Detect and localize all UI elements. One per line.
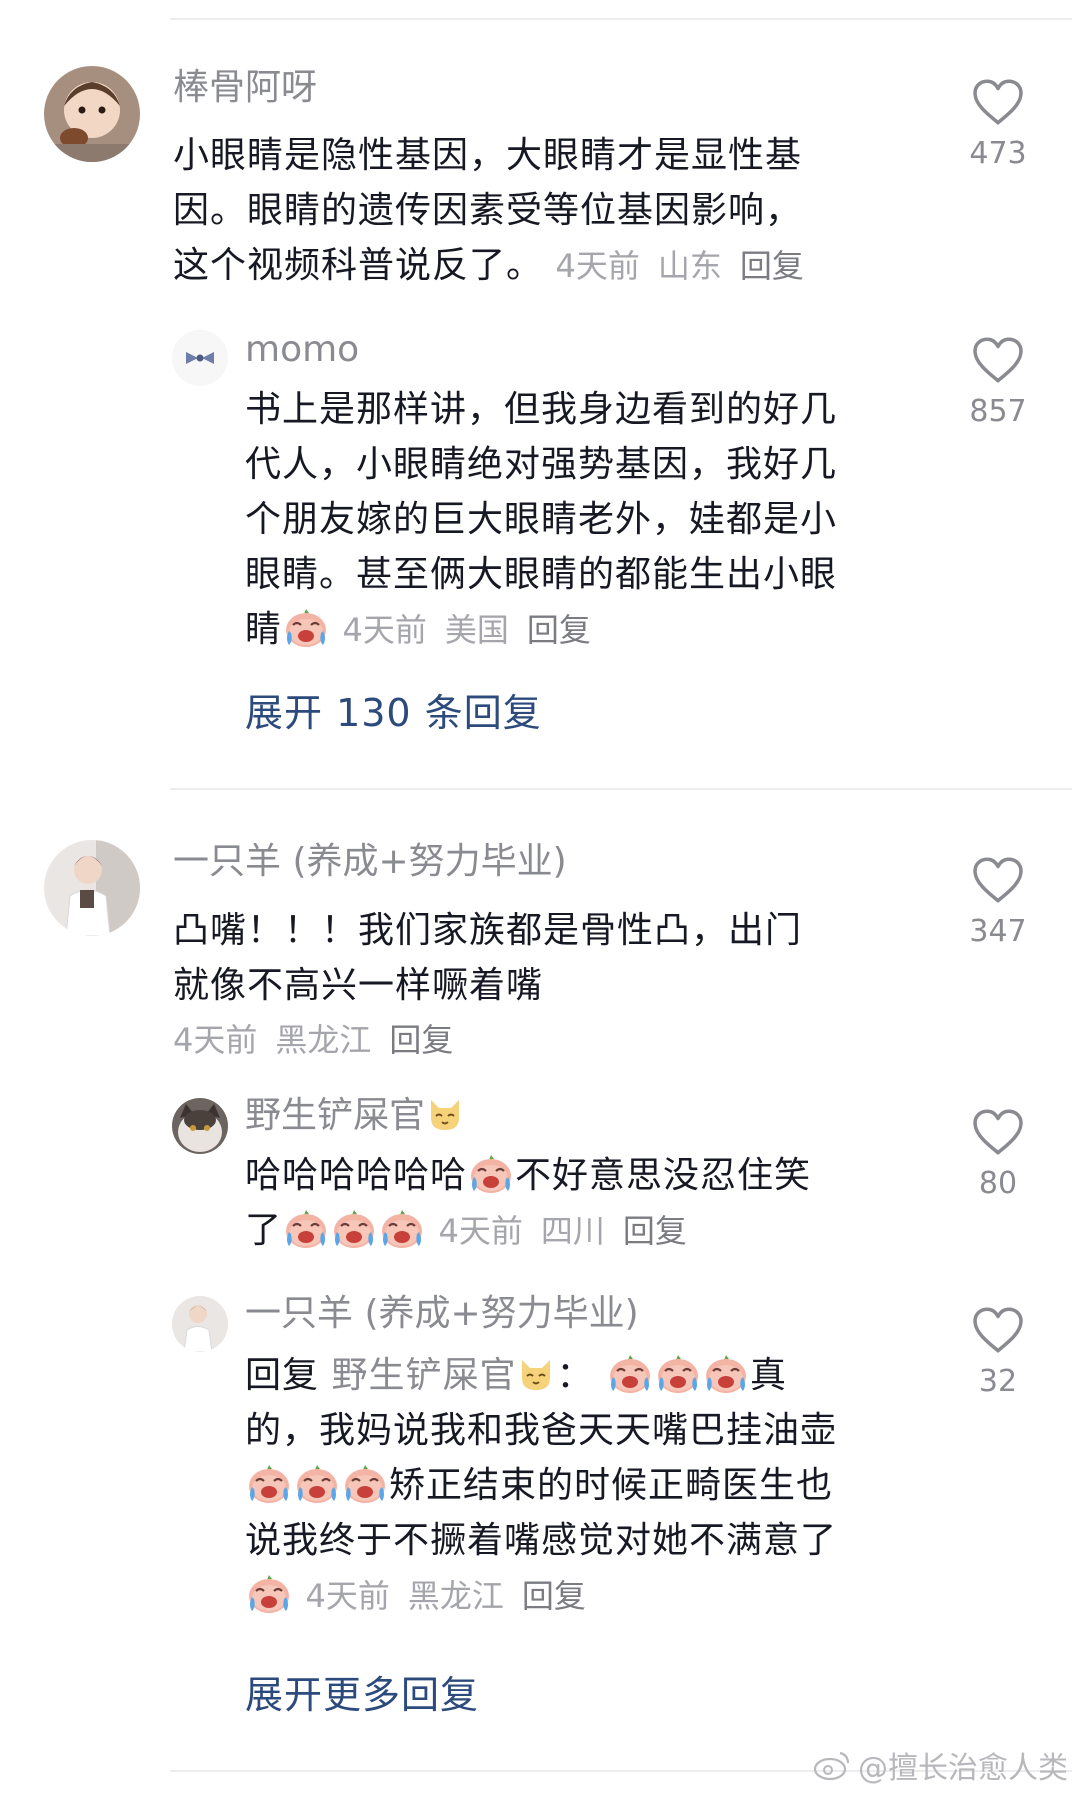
comment-meta: 4天前 黑龙江 回复	[173, 1013, 933, 1068]
weibo-logo-icon	[813, 1751, 850, 1781]
watermark: @擅长治愈人类	[812, 1743, 1068, 1787]
like-button[interactable]: 857	[958, 336, 1038, 430]
like-button[interactable]: 32	[958, 1306, 1038, 1400]
reply-text-line: 说我终于不撅着嘴感觉对她不满意了	[245, 1520, 838, 1561]
avatar[interactable]	[172, 1098, 228, 1154]
child-photo-avatar-icon	[44, 66, 140, 162]
like-button[interactable]: 347	[958, 856, 1038, 950]
child-photo-avatar-icon	[172, 1296, 228, 1352]
comment-text: 凸嘴！！！我们家族都是骨性凸，出门 就像不高兴一样噘着嘴 4天前 黑龙江 回复	[173, 903, 933, 1068]
reply-text: 回复 野生铲屎官 ： 真 的，我妈说我和我爸天天嘴巴挂油壶 矫正结束的时候正畸医生…	[245, 1348, 935, 1624]
avatar[interactable]	[44, 66, 140, 162]
like-button[interactable]: 80	[958, 1108, 1038, 1202]
reply-text-line: 不好意思没忍住笑	[515, 1155, 812, 1196]
comment-text-line: 因。眼睛的遗传因素受等位基因影响，	[173, 190, 803, 231]
like-count: 473	[969, 136, 1027, 171]
comment-text: 小眼睛是隐性基因，大眼睛才是显性基 因。眼睛的遗传因素受等位基因影响， 这个视频…	[173, 128, 933, 294]
mention-username[interactable]: 野生铲屎官	[331, 1355, 516, 1396]
crying-laugh-emoji-icon	[703, 1351, 749, 1395]
reply-username[interactable]: 野生铲屎官	[245, 1094, 465, 1138]
reply-text: 哈哈哈哈哈哈 不好意思没忍住笑 了 4天前 四川 回复	[245, 1148, 935, 1259]
reply-time: 4天前	[438, 1212, 523, 1250]
cat-face-emoji-icon	[516, 1354, 556, 1394]
reply-text-line: 哈哈哈哈哈哈	[245, 1155, 468, 1196]
reply-text-line: 书上是那样讲，但我身边看到的好几	[245, 389, 838, 430]
crying-laugh-emoji-icon	[283, 1206, 329, 1250]
reply-button[interactable]: 回复	[740, 247, 804, 285]
comment-text-line: 凸嘴！！！我们家族都是骨性凸，出门	[173, 910, 803, 951]
reply-location: 黑龙江	[407, 1577, 504, 1615]
like-count: 80	[978, 1166, 1018, 1201]
cat-face-emoji-icon	[425, 1094, 465, 1134]
reply-text-line: 了	[245, 1210, 283, 1251]
crying-laugh-emoji-icon	[246, 1571, 292, 1615]
like-count: 857	[969, 394, 1027, 429]
comment-username[interactable]: 棒骨阿呀	[173, 66, 317, 110]
crying-laugh-emoji-icon	[246, 1461, 292, 1505]
reply-text-line: 眼睛。甚至俩大眼睛的都能生出小眼	[245, 554, 838, 595]
like-button[interactable]: 473	[958, 78, 1038, 172]
cat-photo-avatar-icon	[172, 1098, 228, 1154]
heart-outline-icon	[971, 856, 1025, 904]
reply-button[interactable]: 回复	[623, 1212, 687, 1250]
reply-meta: 4天前 美国 回复	[342, 611, 608, 649]
reply-button[interactable]: 回复	[522, 1577, 586, 1615]
comment-text-line: 这个视频科普说反了。	[173, 245, 544, 286]
reply-time: 4天前	[305, 1577, 390, 1615]
comment-time: 4天前	[173, 1021, 258, 1059]
comment-text-line: 就像不高兴一样噘着嘴	[173, 965, 544, 1006]
top-divider	[170, 18, 1072, 20]
reply-prefix: 回复	[245, 1355, 320, 1396]
crying-laugh-emoji-icon	[342, 1461, 388, 1505]
reply-button[interactable]: 回复	[389, 1021, 453, 1059]
heart-outline-icon	[971, 78, 1025, 126]
reply-username[interactable]: 一只羊 (养成+努力毕业)	[245, 1292, 639, 1336]
reply-text-line: 睛	[245, 609, 283, 650]
comment-username[interactable]: 一只羊 (养成+努力毕业)	[173, 840, 567, 884]
comment-location: 黑龙江	[275, 1021, 372, 1059]
expand-replies-button[interactable]: 展开 130 条回复	[245, 690, 542, 736]
heart-outline-icon	[971, 1108, 1025, 1156]
comment-location: 山东	[657, 247, 722, 285]
reply-time: 4天前	[342, 611, 427, 649]
reply-meta: 4天前 四川 回复	[438, 1212, 704, 1250]
expand-replies-button[interactable]: 展开更多回复	[245, 1672, 479, 1718]
reply-meta: 4天前 黑龙江 回复	[305, 1577, 603, 1615]
reply-text-line: 个朋友嫁的巨大眼睛老外，娃都是小	[245, 499, 838, 540]
crying-laugh-emoji-icon	[379, 1206, 425, 1250]
avatar[interactable]	[172, 1296, 228, 1352]
reply-text-line: 代人，小眼睛绝对强势基因，我好几	[245, 444, 838, 485]
reply-location: 美国	[444, 611, 509, 649]
crying-laugh-emoji-icon	[468, 1151, 514, 1195]
reply-text: 书上是那样讲，但我身边看到的好几 代人，小眼睛绝对强势基因，我好几 个朋友嫁的巨…	[245, 382, 935, 658]
reply-text-line: 矫正结束的时候正畸医生也	[389, 1465, 834, 1506]
avatar[interactable]	[44, 840, 140, 936]
crying-laugh-emoji-icon	[607, 1351, 653, 1395]
reply-username-text: 野生铲屎官	[245, 1095, 426, 1136]
comment-time: 4天前	[555, 247, 640, 285]
bow-avatar-icon	[172, 330, 228, 386]
child-photo-avatar-icon	[44, 840, 140, 936]
heart-outline-icon	[971, 1306, 1025, 1354]
comment-text-line: 小眼睛是隐性基因，大眼睛才是显性基	[173, 135, 803, 176]
mention-suffix: ：	[556, 1355, 594, 1396]
avatar[interactable]	[172, 330, 228, 386]
reply-button[interactable]: 回复	[527, 611, 591, 649]
watermark-text: @擅长治愈人类	[858, 1751, 1068, 1786]
comment-meta: 4天前 山东 回复	[555, 247, 821, 285]
like-count: 32	[978, 1364, 1018, 1399]
crying-laugh-emoji-icon	[331, 1206, 377, 1250]
reply-text-line: 真	[749, 1355, 787, 1396]
like-count: 347	[969, 914, 1027, 949]
reply-username[interactable]: momo	[245, 328, 359, 372]
crying-laugh-emoji-icon	[655, 1351, 701, 1395]
reply-location: 四川	[540, 1212, 605, 1250]
comment-divider	[170, 788, 1072, 790]
reply-text-line: 的，我妈说我和我爸天天嘴巴挂油壶	[245, 1410, 838, 1451]
crying-laugh-emoji-icon	[283, 605, 329, 649]
heart-outline-icon	[971, 336, 1025, 384]
crying-laugh-emoji-icon	[294, 1461, 340, 1505]
